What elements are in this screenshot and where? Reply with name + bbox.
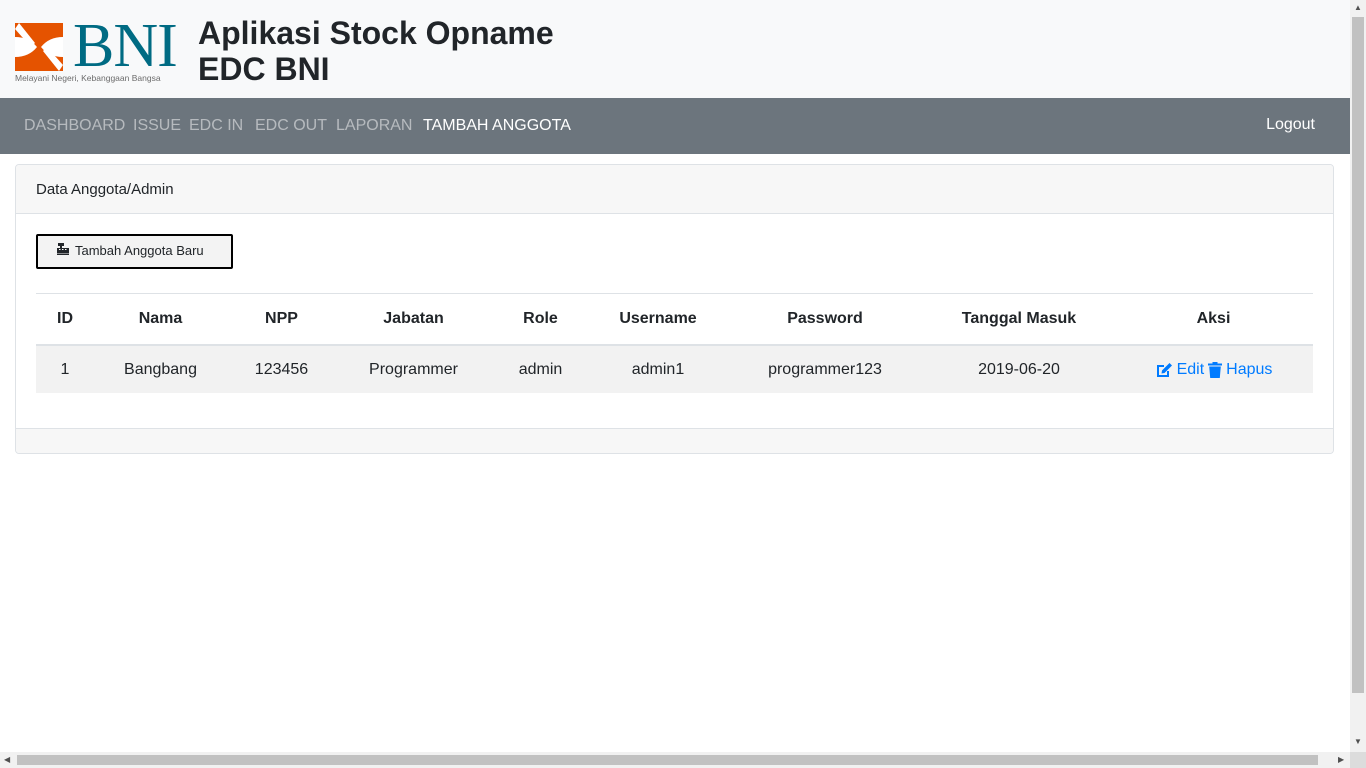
logout-link[interactable]: Logout (1266, 116, 1315, 134)
nav-edc-out[interactable]: EDC OUT (255, 117, 327, 135)
app-title-line1: Aplikasi Stock Opname (198, 15, 554, 51)
bni-logo: BNI Melayani Negeri, Kebanggaan Bangsa (15, 14, 185, 84)
cell-nama: Bangbang (124, 360, 197, 378)
add-member-button[interactable]: Tambah Anggota Baru (36, 234, 233, 269)
header: BNI Melayani Negeri, Kebanggaan Bangsa A… (0, 0, 1350, 98)
col-jabatan: Jabatan (383, 310, 444, 327)
table-header: ID Nama NPP Jabatan Role Username Passwo… (36, 293, 1313, 346)
edit-label: Edit (1176, 360, 1205, 378)
trash-icon (1208, 361, 1223, 378)
col-npp: NPP (265, 310, 298, 327)
add-member-label: Tambah Anggota Baru (75, 243, 204, 258)
nav-tambah-anggota[interactable]: TAMBAH ANGGOTA (423, 117, 571, 135)
card-title: Data Anggota/Admin (36, 181, 174, 198)
cell-tanggal-masuk: 2019-06-20 (978, 360, 1060, 378)
logo-tagline: Melayani Negeri, Kebanggaan Bangsa (15, 73, 161, 83)
card-footer (16, 428, 1333, 453)
scroll-left-icon[interactable]: ◀ (4, 756, 10, 764)
col-role: Role (523, 310, 558, 327)
app-title-line2: EDC BNI (198, 51, 330, 87)
cash-register-icon (57, 243, 69, 258)
nav-edc-in[interactable]: EDC IN (189, 117, 243, 135)
nav-dashboard[interactable]: DASHBOARD (24, 117, 125, 135)
hapus-label: Hapus (1226, 360, 1273, 378)
edit-link[interactable]: Edit (1155, 360, 1205, 379)
navbar: DASHBOARD ISSUE EDC IN EDC OUT LAPORAN T… (0, 98, 1350, 154)
vertical-scrollbar[interactable]: ▲ ▼ (1350, 0, 1366, 752)
cell-role: admin (518, 360, 563, 378)
table-row: 1 Bangbang 123456 Programmer admin admin… (36, 346, 1313, 393)
delete-link[interactable]: Hapus (1208, 361, 1272, 379)
scroll-down-icon[interactable]: ▼ (1354, 738, 1362, 746)
edit-icon (1156, 362, 1172, 377)
scrollbar-corner (1350, 752, 1366, 768)
card-header: Data Anggota/Admin (16, 165, 1333, 214)
nav-laporan[interactable]: LAPORAN (336, 117, 412, 135)
cell-password: programmer123 (768, 360, 882, 378)
cell-username: admin1 (631, 360, 685, 378)
cell-npp: 123456 (254, 360, 309, 378)
page: BNI Melayani Negeri, Kebanggaan Bangsa A… (0, 0, 1350, 752)
members-card: Data Anggota/Admin Tambah Anggota Baru I… (15, 164, 1334, 454)
bni-logo-mark-icon (15, 23, 63, 71)
col-username: Username (619, 310, 697, 327)
cell-aksi: Edit Hapus (1114, 346, 1313, 393)
logo-wordmark: BNI (73, 12, 178, 80)
scroll-right-icon[interactable]: ▶ (1338, 756, 1344, 764)
col-password: Password (787, 310, 863, 327)
col-nama: Nama (138, 310, 183, 327)
app-title: Aplikasi Stock Opname EDC BNI (198, 15, 554, 87)
horizontal-scrollbar[interactable]: ◀ ▶ (0, 752, 1350, 768)
horizontal-scroll-thumb[interactable] (17, 755, 1318, 765)
cell-jabatan: Programmer (369, 360, 458, 378)
scroll-up-icon[interactable]: ▲ (1354, 4, 1362, 12)
col-tanggal-masuk: Tanggal Masuk (961, 310, 1077, 327)
members-table: ID Nama NPP Jabatan Role Username Passwo… (36, 293, 1313, 393)
cell-id: 1 (60, 360, 70, 378)
col-id: ID (57, 310, 73, 327)
col-aksi: Aksi (1196, 310, 1231, 327)
nav-issue[interactable]: ISSUE (133, 117, 181, 135)
vertical-scroll-thumb[interactable] (1352, 17, 1364, 693)
